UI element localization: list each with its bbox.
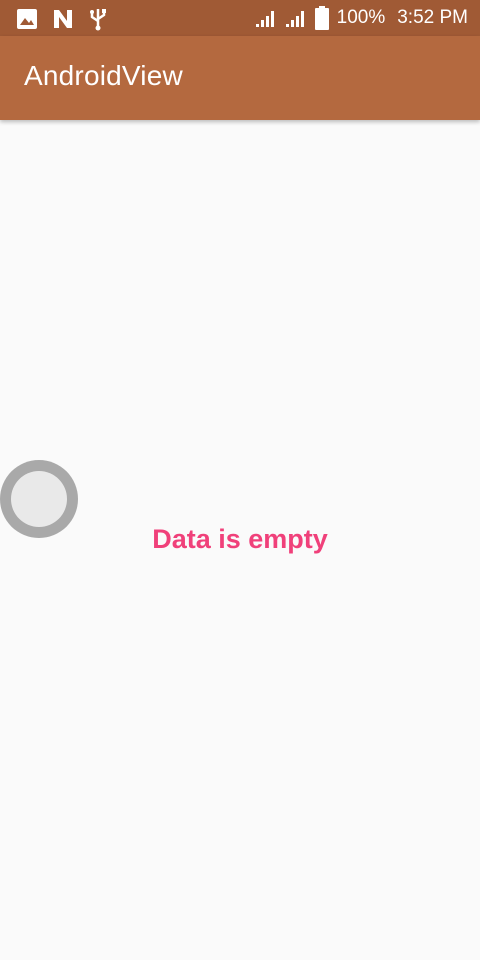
signal-icon bbox=[285, 8, 307, 28]
empty-state-message: Data is empty bbox=[152, 524, 328, 554]
clock: 3:52 PM bbox=[397, 7, 468, 28]
page-title: AndroidView bbox=[24, 60, 183, 91]
floating-assistive-button-inner bbox=[11, 471, 67, 527]
usb-icon bbox=[88, 7, 108, 31]
signal-icon bbox=[255, 8, 277, 28]
n-icon bbox=[52, 8, 74, 30]
content-area: Data is empty bbox=[0, 120, 480, 960]
image-icon bbox=[16, 8, 38, 30]
app-bar: AndroidView bbox=[0, 36, 480, 120]
battery-percent: 100% bbox=[336, 7, 386, 28]
status-bar: 100% 3:52 PM bbox=[0, 0, 480, 36]
battery-icon bbox=[314, 6, 329, 30]
